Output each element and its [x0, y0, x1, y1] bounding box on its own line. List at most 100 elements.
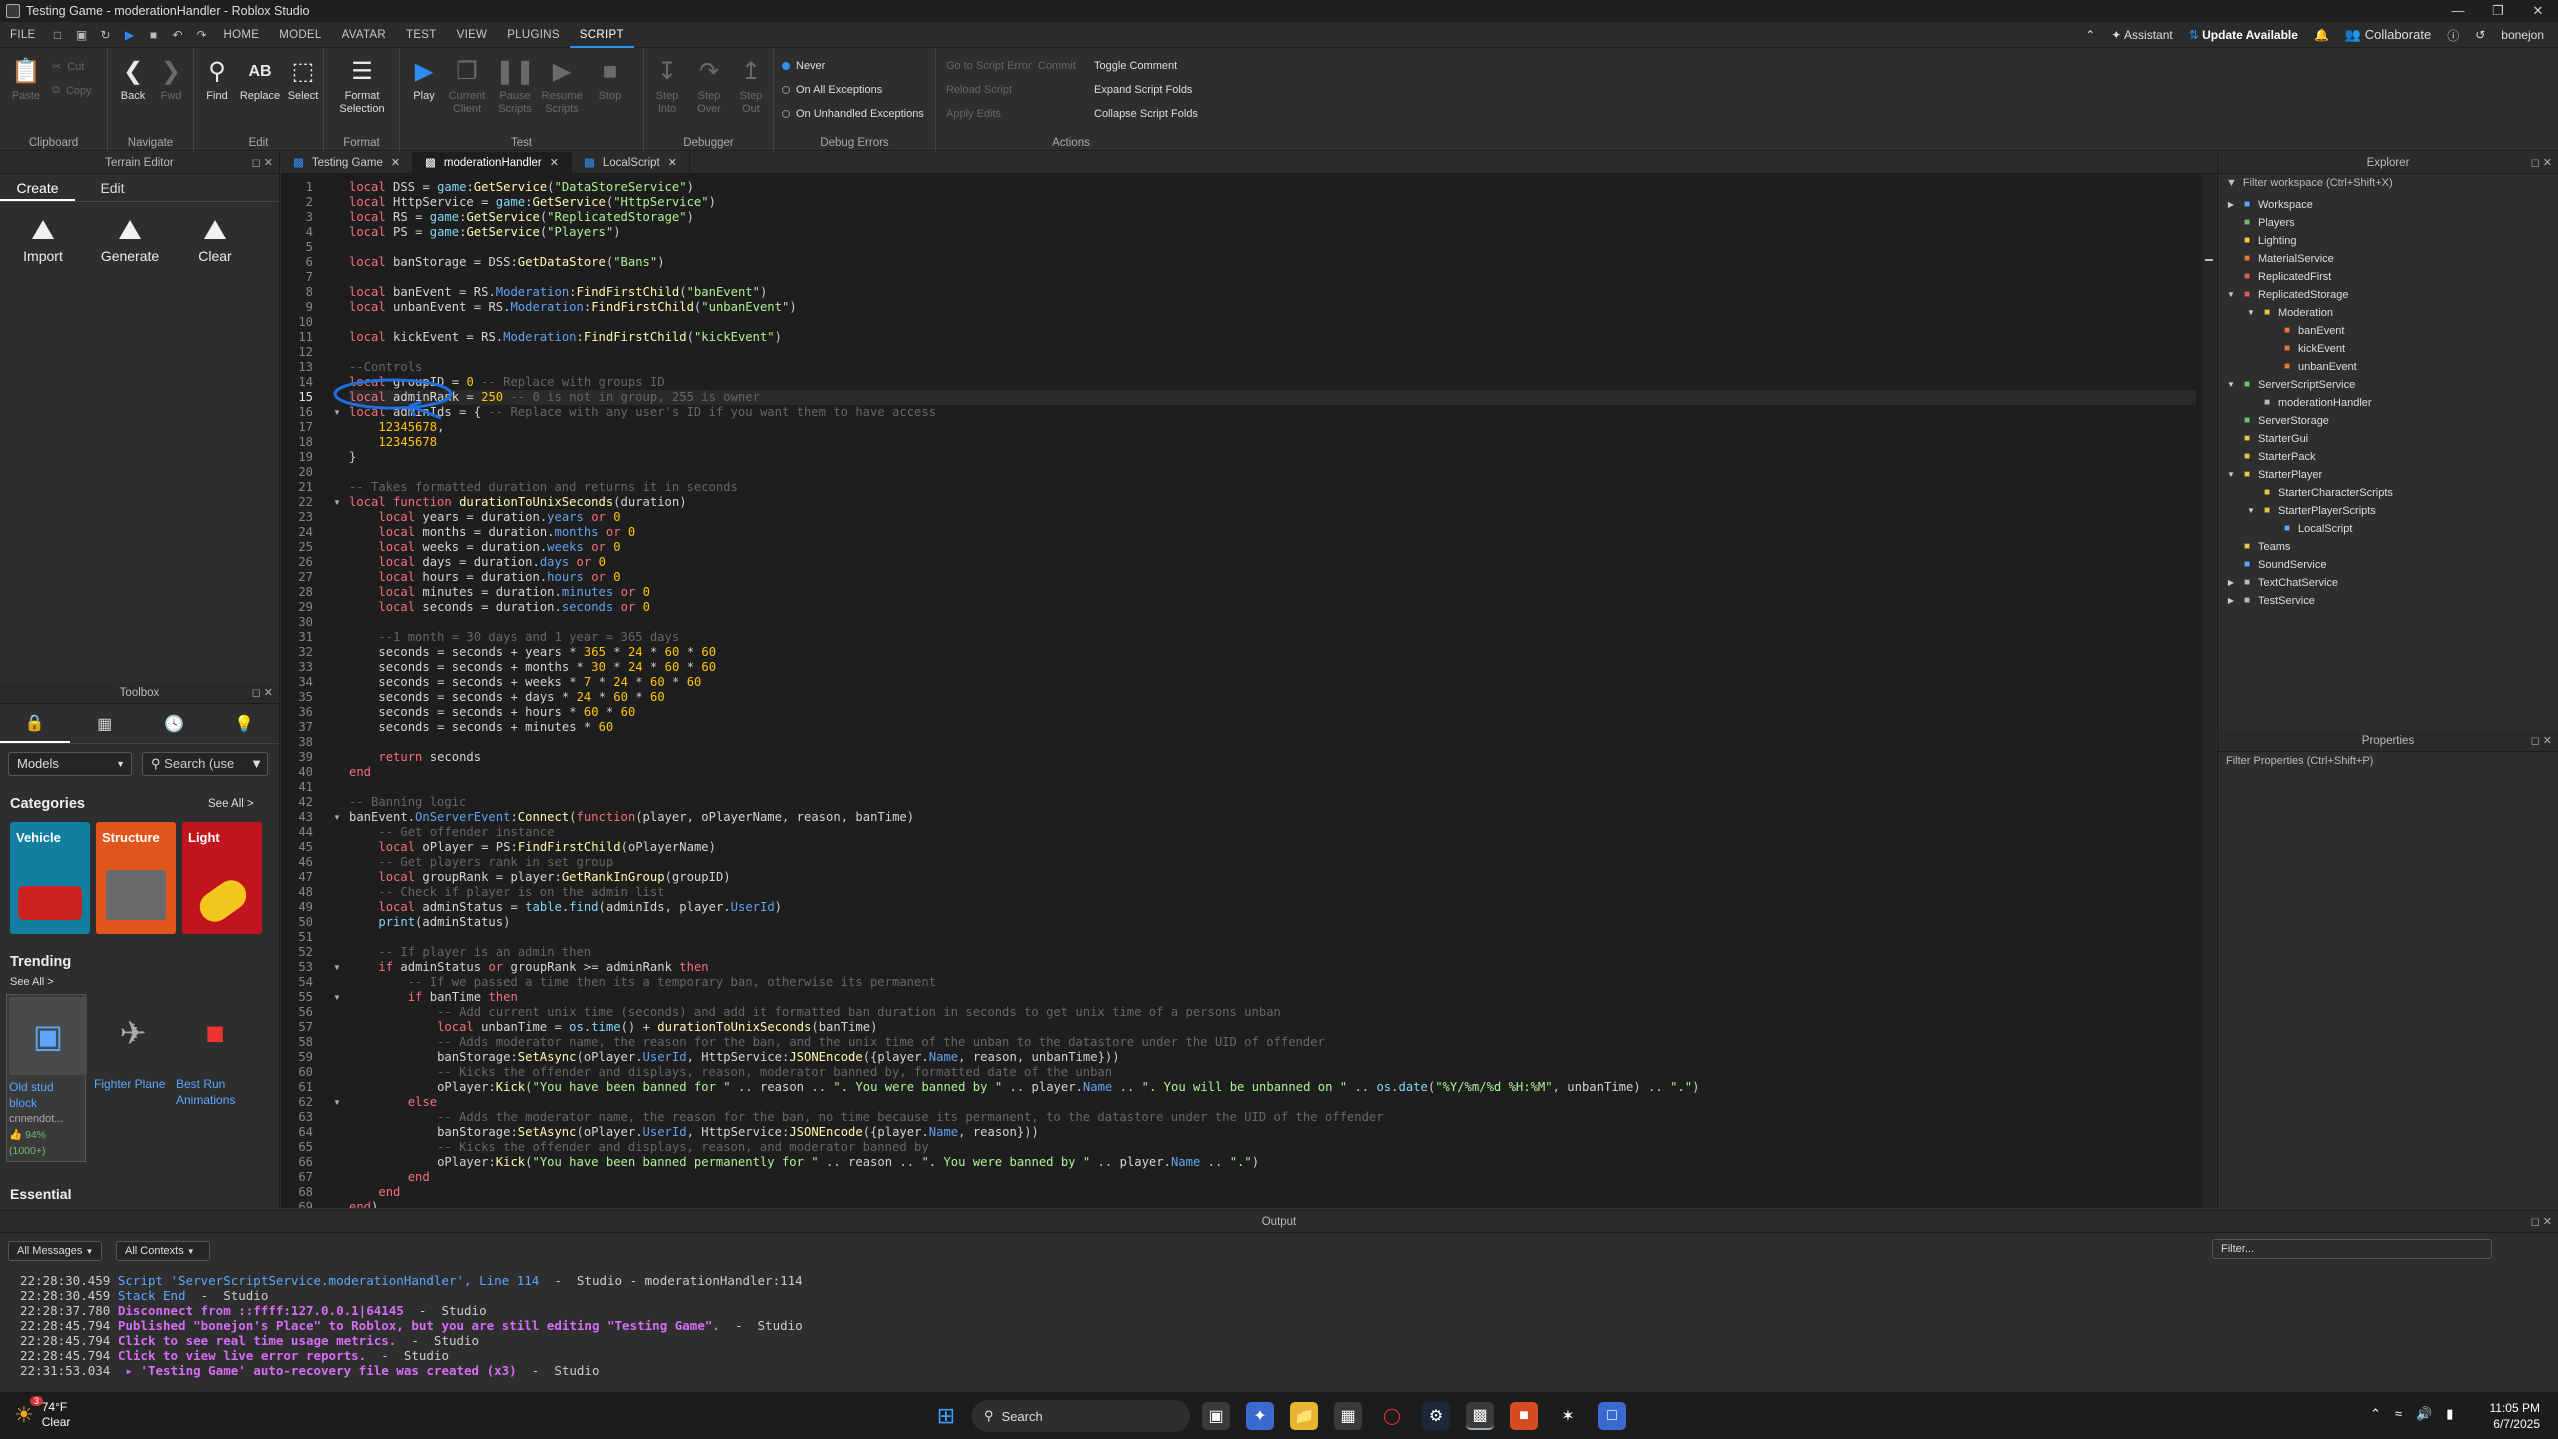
code-line[interactable]: seconds = seconds + hours * 60 * 60	[349, 705, 635, 720]
line-number[interactable]: 49	[281, 900, 313, 915]
code-line[interactable]: -- Get offender instance	[349, 825, 554, 840]
code-line[interactable]: }	[349, 450, 356, 465]
expand-arrow-icon[interactable]: ▶	[2226, 592, 2236, 610]
line-number[interactable]: 12	[281, 345, 313, 360]
code-line[interactable]: local RS = game:GetService("ReplicatedSt…	[349, 210, 694, 225]
code-line[interactable]: local banEvent = RS.Moderation:FindFirst…	[349, 285, 767, 300]
code-line[interactable]: 12345678	[349, 435, 437, 450]
expand-arrow-icon[interactable]: ▶	[2226, 196, 2236, 214]
line-number[interactable]: 39	[281, 750, 313, 765]
models-dropdown[interactable]: Models ▼	[8, 752, 132, 776]
output-line[interactable]: 22:28:30.459 Stack End - Studio	[20, 1288, 268, 1303]
filter-icon[interactable]: ▼	[250, 753, 263, 775]
line-number[interactable]: 46	[281, 855, 313, 870]
menu-script[interactable]: SCRIPT	[569, 22, 634, 48]
code-line[interactable]: local days = duration.days or 0	[349, 555, 606, 570]
all-exceptions-radio[interactable]: On All Exceptions	[782, 84, 882, 96]
code-line[interactable]: seconds = seconds + days * 24 * 60 * 60	[349, 690, 664, 705]
line-number[interactable]: 56	[281, 1005, 313, 1020]
code-line[interactable]: local unbanTime = os.time() + durationTo…	[349, 1020, 877, 1035]
expand-arrow-icon[interactable]: ▼	[2246, 304, 2256, 322]
update-available-button[interactable]: ⇅ Update Available	[2189, 28, 2298, 42]
tab-edit[interactable]: Edit	[75, 174, 150, 201]
taskbar-search[interactable]: ⚲ Search	[972, 1400, 1190, 1432]
expand-arrow-icon[interactable]: ▶	[2226, 574, 2236, 592]
panel-controls-icon[interactable]: ◻ ✕	[2531, 1211, 2552, 1233]
line-number[interactable]: 43	[281, 810, 313, 825]
code-line[interactable]: seconds = seconds + years * 365 * 24 * 6…	[349, 645, 716, 660]
trending-item[interactable]: ✈ Fighter Plane	[94, 994, 174, 1092]
fold-toggle-icon[interactable]: ▼	[333, 810, 341, 825]
code-line[interactable]: end	[349, 765, 371, 780]
code-line[interactable]: -- Get players rank in set group	[349, 855, 613, 870]
line-number[interactable]: 13	[281, 360, 313, 375]
recent-tab-icon[interactable]: 🕓	[140, 704, 210, 743]
line-number[interactable]: 19	[281, 450, 313, 465]
explorer-item[interactable]: ■ MaterialService	[2226, 250, 2334, 268]
line-number[interactable]: 55	[281, 990, 313, 1005]
code-line[interactable]: -- Banning logic	[349, 795, 466, 810]
category-light[interactable]: Light	[182, 822, 262, 934]
collapse-folds-button[interactable]: Collapse Script Folds	[1094, 108, 1198, 120]
output-line[interactable]: 22:31:53.034 ▸ 'Testing Game' auto-recov…	[20, 1363, 600, 1378]
line-number[interactable]: 3	[281, 210, 313, 225]
cut-button[interactable]: ✂ Cut	[52, 60, 84, 74]
back-button[interactable]: ❮ Back	[116, 56, 150, 103]
code-line[interactable]: -- If we passed a time then its a tempor…	[349, 975, 936, 990]
line-number[interactable]: 51	[281, 930, 313, 945]
close-window-button[interactable]: ✕	[2518, 0, 2558, 22]
code-line[interactable]: -- Adds moderator name, the reason for t…	[349, 1035, 1325, 1050]
office-icon[interactable]: ■	[1510, 1402, 1538, 1430]
creations-tab-icon[interactable]: 💡	[209, 704, 279, 743]
code-line[interactable]: if banTime then	[349, 990, 518, 1005]
assistant-button[interactable]: ✦ Assistant	[2111, 28, 2172, 42]
code-line[interactable]: local oPlayer = PS:FindFirstChild(oPlaye…	[349, 840, 716, 855]
stop-button[interactable]: ■ Stop	[590, 56, 630, 103]
line-number[interactable]: 25	[281, 540, 313, 555]
line-number[interactable]: 24	[281, 525, 313, 540]
replace-button[interactable]: AB Replace	[238, 56, 282, 103]
code-line[interactable]: local weeks = duration.weeks or 0	[349, 540, 620, 555]
line-number[interactable]: 2	[281, 195, 313, 210]
category-vehicle[interactable]: Vehicle	[10, 822, 90, 934]
share-icon[interactable]: ↺	[2475, 28, 2485, 42]
collapse-ribbon-icon[interactable]: ⌃	[2085, 28, 2095, 42]
explorer-item[interactable]: ■ StarterGui	[2226, 430, 2308, 448]
line-number[interactable]: 67	[281, 1170, 313, 1185]
code-line[interactable]: local DSS = game:GetService("DataStoreSe…	[349, 180, 694, 195]
code-line[interactable]: seconds = seconds + weeks * 7 * 24 * 60 …	[349, 675, 701, 690]
fold-toggle-icon[interactable]: ▼	[333, 495, 341, 510]
line-number[interactable]: 4	[281, 225, 313, 240]
code-line[interactable]: end)	[349, 1200, 378, 1208]
undo-icon[interactable]: ↶	[171, 28, 185, 42]
line-number[interactable]: 28	[281, 585, 313, 600]
line-number[interactable]: 22	[281, 495, 313, 510]
line-number[interactable]: 44	[281, 825, 313, 840]
fold-toggle-icon[interactable]: ▼	[333, 1095, 341, 1110]
line-number[interactable]: 33	[281, 660, 313, 675]
menu-avatar[interactable]: AVATAR	[332, 22, 396, 48]
line-number[interactable]: 41	[281, 780, 313, 795]
line-number[interactable]: 35	[281, 690, 313, 705]
steam-icon[interactable]: ⚙	[1422, 1402, 1450, 1430]
tab-testing-game[interactable]: ▩ Testing Game ✕	[281, 152, 414, 174]
new-file-icon[interactable]: □	[51, 28, 65, 42]
weather-widget[interactable]: ☀ 74°F Clear 3	[14, 1396, 70, 1430]
battery-icon[interactable]: ▮	[2446, 1406, 2453, 1422]
code-line[interactable]: banStorage:SetAsync(oPlayer.UserId, Http…	[349, 1050, 1120, 1065]
step-out-button[interactable]: ↥ Step Out	[732, 56, 770, 116]
tab-moderation-handler[interactable]: ▩ moderationHandler ✕	[413, 152, 572, 174]
line-number[interactable]: 6	[281, 255, 313, 270]
code-line[interactable]: if adminStatus or groupRank >= adminRank…	[349, 960, 708, 975]
explorer-item[interactable]: ■ ServerStorage	[2226, 412, 2329, 430]
copy-button[interactable]: ⧉ Copy	[52, 84, 92, 97]
save-icon[interactable]: ▣	[75, 28, 89, 42]
code-line[interactable]: local minutes = duration.minutes or 0	[349, 585, 650, 600]
inventory-tab-icon[interactable]: ▦	[70, 704, 140, 743]
line-number[interactable]: 31	[281, 630, 313, 645]
explorer-item[interactable]: ■ unbanEvent	[2266, 358, 2357, 376]
code-line[interactable]: -- If player is an admin then	[349, 945, 591, 960]
code-line[interactable]: oPlayer:Kick("You have been banned perma…	[349, 1155, 1259, 1170]
explorer-item[interactable]: ■ kickEvent	[2266, 340, 2345, 358]
trending-item[interactable]: ■ Best Run Animations	[176, 994, 256, 1108]
